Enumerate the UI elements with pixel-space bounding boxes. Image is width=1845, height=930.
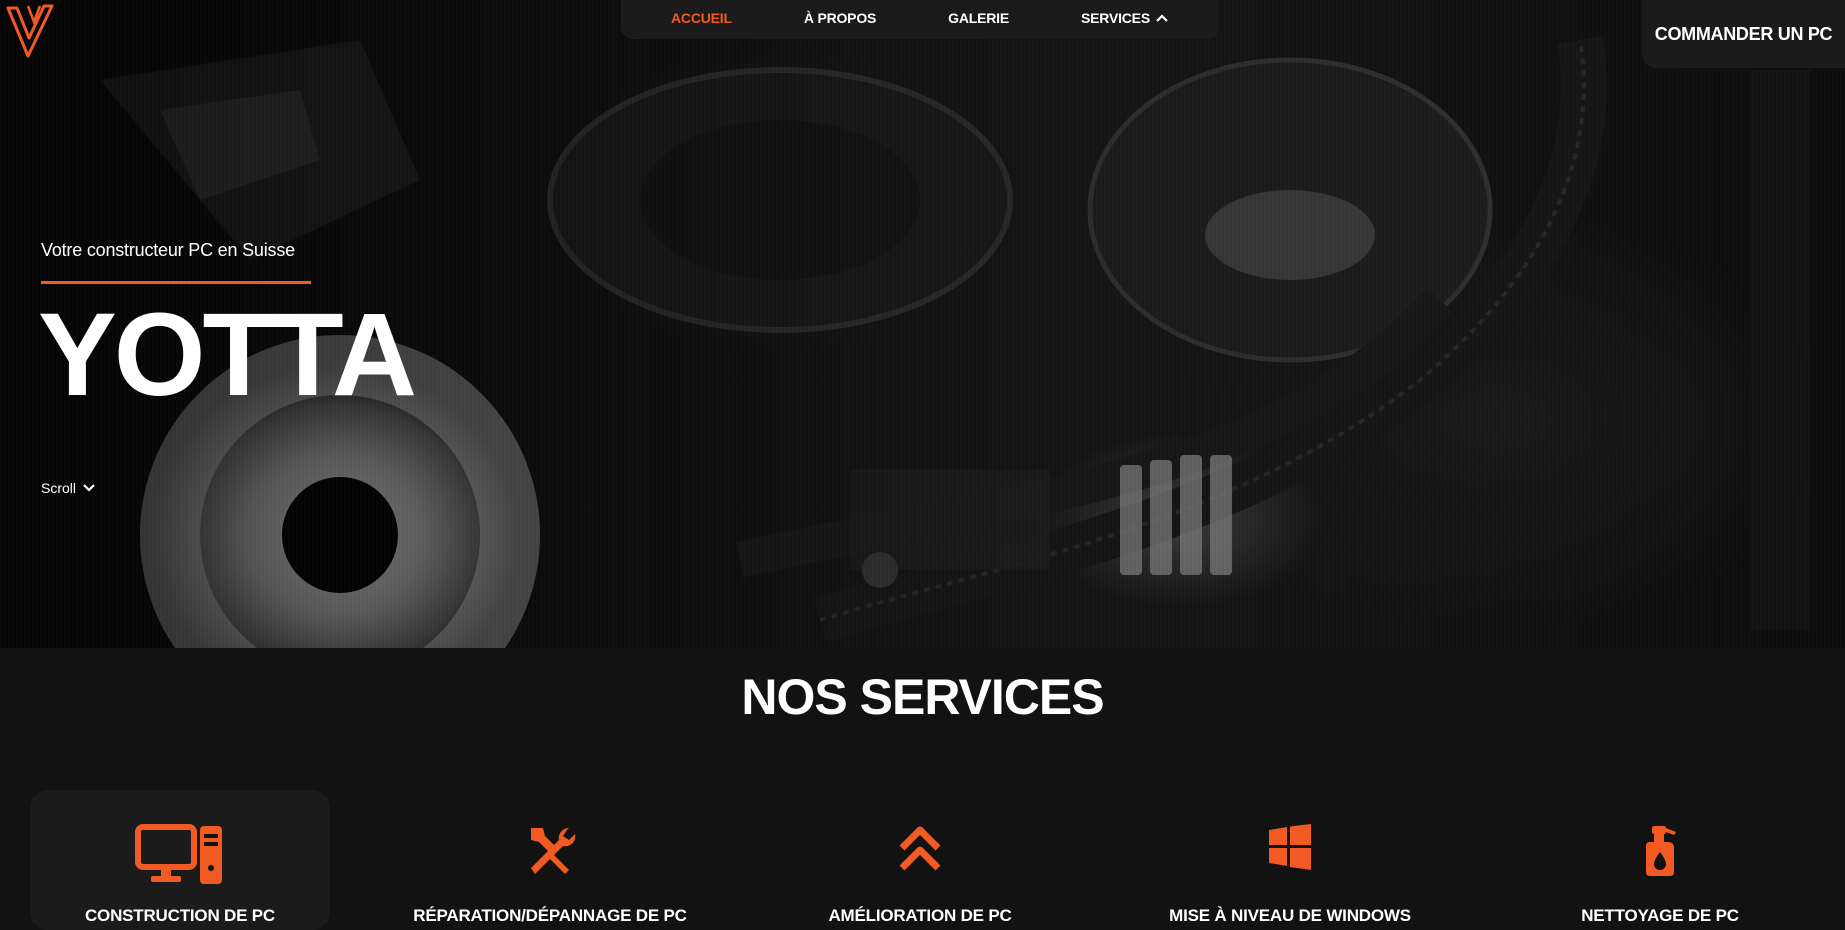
service-card-construction[interactable]: CONSTRUCTION DE PC xyxy=(30,790,330,930)
tools-icon xyxy=(531,827,576,874)
tagline-underline xyxy=(41,281,311,284)
yotta-logo-icon[interactable] xyxy=(4,2,56,60)
nav-item-a-propos[interactable]: À PROPOS xyxy=(803,9,877,30)
chevron-down-icon xyxy=(83,484,95,492)
nav-item-label: ACCUEIL xyxy=(671,9,732,26)
hero-tagline: Votre constructeur PC en Suisse xyxy=(41,240,295,260)
main-navigation: ACCUEIL À PROPOS GALERIE SERVICES xyxy=(621,0,1219,39)
service-card-repair[interactable]: RÉPARATION/DÉPANNAGE DE PC xyxy=(400,790,700,930)
spray-bottle-icon xyxy=(1646,826,1676,876)
service-card-windows[interactable]: MISE À NIVEAU DE WINDOWS xyxy=(1140,790,1440,930)
order-pc-label: COMMANDER UN PC xyxy=(1654,23,1833,44)
service-card-cleaning[interactable]: NETTOYAGE DE PC xyxy=(1510,790,1810,930)
double-chevron-up-icon xyxy=(899,826,941,871)
nav-item-label: SERVICES xyxy=(1081,9,1150,26)
nav-item-services[interactable]: SERVICES xyxy=(1081,10,1169,30)
nav-item-accueil[interactable]: ACCUEIL xyxy=(671,10,732,30)
nav-item-galerie[interactable]: GALERIE xyxy=(948,10,1009,30)
hero-title: YOTTA xyxy=(38,289,417,421)
scroll-label: Scroll xyxy=(41,480,77,496)
service-label: NETTOYAGE DE PC xyxy=(1581,906,1739,925)
service-label: AMÉLIORATION DE PC xyxy=(828,906,1012,925)
service-label: RÉPARATION/DÉPANNAGE DE PC xyxy=(413,906,687,925)
service-label: CONSTRUCTION DE PC xyxy=(84,906,276,925)
scroll-link[interactable]: Scroll xyxy=(41,480,96,496)
desktop-tower-icon xyxy=(135,824,222,884)
nav-item-label: À PROPOS xyxy=(803,9,877,26)
nav-item-label: GALERIE xyxy=(948,9,1009,26)
chevron-up-icon xyxy=(1156,13,1168,22)
order-pc-button[interactable]: COMMANDER UN PC xyxy=(1642,0,1845,68)
windows-icon xyxy=(1269,824,1311,870)
service-label: MISE À NIVEAU DE WINDOWS xyxy=(1169,906,1411,925)
services-title: NOS SERVICES xyxy=(741,669,1104,725)
service-card-upgrade[interactable]: AMÉLIORATION DE PC xyxy=(770,790,1070,930)
